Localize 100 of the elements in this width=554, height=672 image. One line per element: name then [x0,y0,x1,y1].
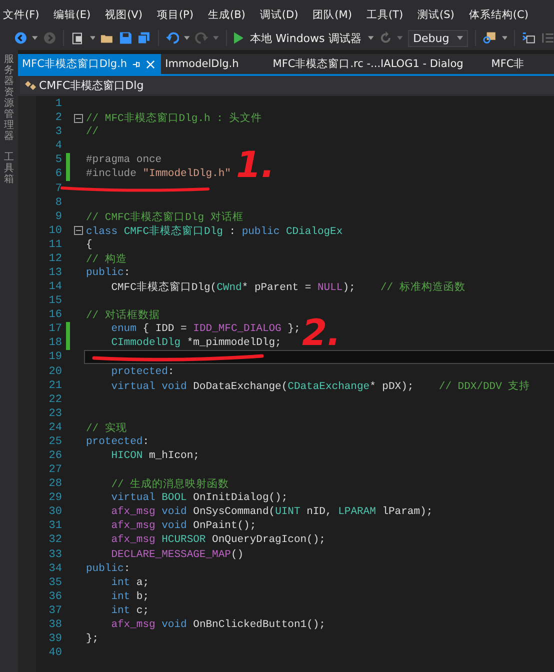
side-panel-tab[interactable]: 服务器资源管理器 [4,54,14,142]
class-dropdown[interactable]: CMFC非模态窗口Dlg [20,77,554,94]
code-line: CMFC非模态窗口Dlg(CWnd* pParent = NULL); // 标准构造函数 [110,280,466,294]
line-number: 38 [48,618,62,631]
line-number: 36 [48,590,62,603]
line-number: 17 [48,323,62,336]
code-line: #pragma once [86,154,162,166]
code-comment: // 对话框数据 [86,308,160,322]
code-line: enum { IDD = IDD_MFC_DIALOG }; [110,323,300,336]
start-debugging-button[interactable]: 本地 Windows 调试器 [248,30,364,46]
pin-icon[interactable] [132,60,142,68]
line-number: 28 [48,478,62,490]
menu-item[interactable]: 项目(P) [156,8,194,22]
line-number: 35 [48,576,62,589]
line-number: 27 [48,464,62,476]
configuration-dropdown[interactable]: Debug [408,30,468,46]
save-all-icon[interactable] [137,31,151,45]
caret-icon[interactable] [457,36,464,40]
back-icon[interactable] [14,31,28,45]
line-number: 37 [48,604,62,617]
code-line: afx_msg void OnSysCommand(UINT nID, LPARAM lParam); [110,506,433,518]
collapse-icon[interactable] [74,226,83,236]
code-line: public: [86,562,130,575]
line-number: 1 [54,98,62,110]
line-number: 20 [48,366,62,378]
caret-icon[interactable] [397,36,404,40]
caret-icon[interactable] [368,36,374,40]
line-number: 21 [48,380,62,392]
line-number: 7 [54,182,62,194]
line-number: 8 [54,196,62,209]
code-line: CImmodelDlg *m_pimmodelDlg; [110,337,282,350]
line-number: 4 [54,140,62,152]
undo-icon[interactable] [166,31,179,45]
code-comment: // [86,126,99,138]
find-icon[interactable] [483,31,497,45]
code-line: int a; [110,576,150,589]
file-tab[interactable]: MFC非模态窗口Dlg.h [18,54,162,74]
code-line: afx_msg void OnBnClickedButton1(); [110,618,326,631]
code-line: afx_msg HCURSOR OnQueryDragIcon(); [110,534,326,546]
save-icon[interactable] [118,31,132,45]
menu-item[interactable]: 体系结构(C) [468,8,528,22]
file-tab[interactable]: ImmodelDlg.h [161,54,269,74]
caret-icon[interactable] [212,36,219,40]
menu-item[interactable]: 生成(B) [208,8,246,22]
menu-item[interactable]: 视图(V) [105,8,142,22]
code-line: virtual void DoDataExchange(CDataExchange* pDX); // DDX/DDV 支持 [110,379,530,393]
class-icon [24,80,36,92]
code-line: DECLARE_MESSAGE_MAP() [110,548,244,561]
code-line: virtual BOOL OnInitDialog(); [110,492,288,504]
code-comment: // CMFC非模态窗口Dlg 对话框 [86,210,244,224]
menu-item[interactable]: 团队(M) [312,8,352,22]
line-number: 33 [48,548,62,561]
code-line: { [86,238,92,251]
file-tab[interactable]: MFC非 [487,54,531,74]
line-number: 40 [48,647,62,660]
caret-icon[interactable] [502,36,508,40]
refresh-icon[interactable] [378,31,392,45]
line-number: 2 [54,112,62,124]
code-line: #include "ImmodelDlg.h" [86,168,231,180]
menu-item[interactable]: 编辑(E) [54,8,91,22]
line-number: 31 [48,520,62,532]
line-number: 3 [54,126,62,138]
menu-item[interactable]: 调试(D) [260,8,298,22]
line-number: 9 [54,210,62,223]
new-project-icon[interactable] [71,31,85,45]
annotation-number: 1. [236,148,275,184]
line-number: 24 [48,422,62,434]
caret-icon[interactable] [90,36,96,40]
code-comment: // 生成的消息映射函数 [110,477,230,492]
caret-icon[interactable] [184,36,190,40]
code-line: class CMFC非模态窗口Dlg : public CDialogEx [86,224,343,238]
line-number: 6 [54,168,62,180]
line-number: 10 [48,224,62,237]
collapse-icon[interactable] [74,114,83,123]
play-icon[interactable] [234,32,244,44]
line-number: 39 [48,633,62,645]
code-line: int b; [110,590,150,603]
line-number: 19 [48,351,62,364]
code-line: protected: [86,436,150,448]
line-number: 14 [48,281,62,294]
list-icon[interactable] [540,31,554,45]
code-comment: // 构造 [86,252,127,266]
menu-item[interactable]: 文件(F) [3,8,40,22]
side-panel-tab[interactable]: 工具箱 [4,152,14,185]
caret-icon[interactable] [32,36,38,40]
menu-item[interactable]: 测试(S) [418,8,454,22]
line-number: 18 [48,337,62,350]
line-number: 30 [48,506,62,518]
code-line: afx_msg void OnPaint(); [110,520,256,532]
line-number: 13 [48,266,62,279]
line-number: 26 [48,450,62,462]
line-number: 32 [48,534,62,546]
line-number: 23 [48,408,62,420]
line-number: 15 [48,295,62,308]
menu-item[interactable]: 工具(T) [366,8,404,22]
file-tab[interactable]: MFC非模态窗口.rc -...IALOG1 - Dialog [268,54,488,74]
line-number: 25 [48,436,62,448]
indent-icon[interactable] [522,31,536,45]
code-line: public: [86,266,130,279]
close-icon[interactable] [146,60,156,68]
